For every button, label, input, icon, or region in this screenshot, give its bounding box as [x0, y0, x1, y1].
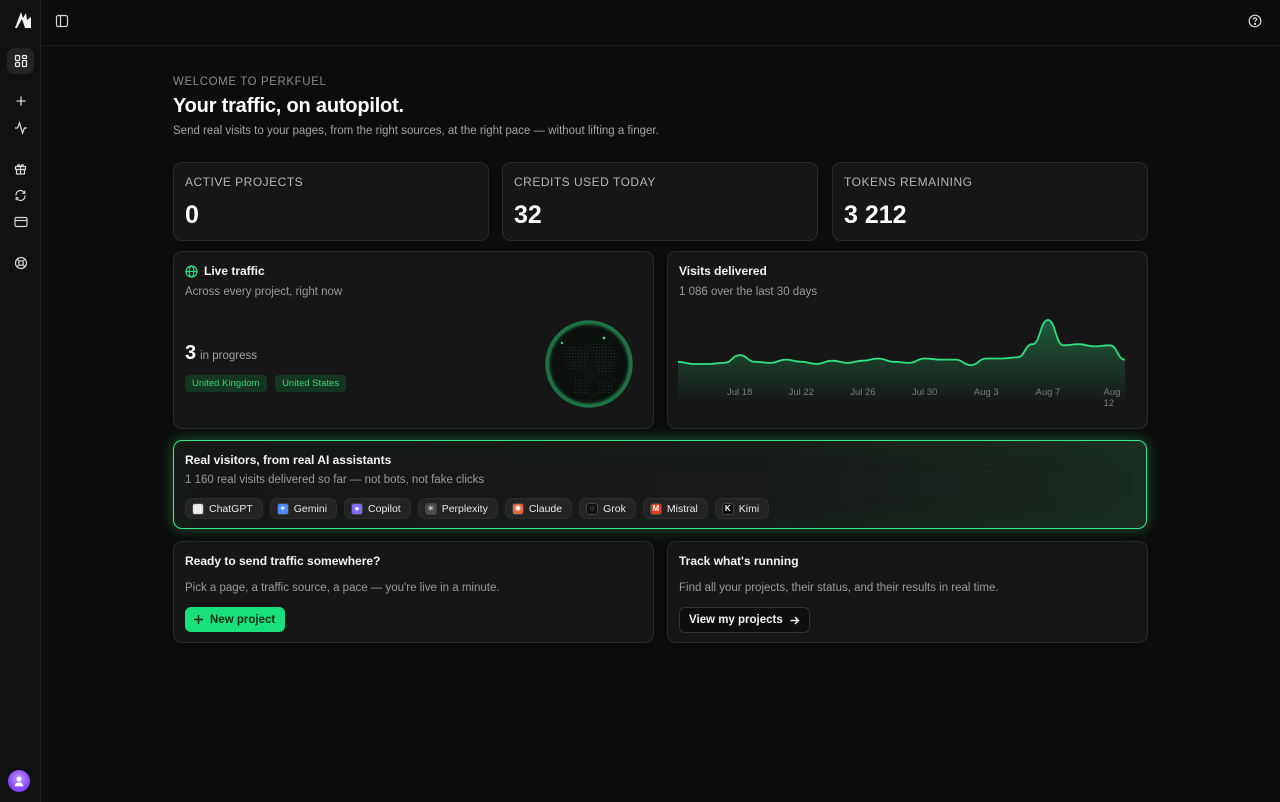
plus-icon	[194, 615, 203, 624]
user-icon	[14, 776, 24, 787]
live-traffic-subtitle: Across every project, right now	[185, 286, 343, 298]
grok-icon: ◌	[586, 502, 599, 515]
avatar[interactable]	[8, 770, 30, 792]
credit-card-icon	[13, 216, 28, 228]
gift-icon	[14, 163, 27, 175]
main-content: WELCOME TO PERKFUEL Your traffic, on aut…	[173, 74, 1148, 140]
gemini-icon: ✦	[276, 502, 289, 515]
kimi-icon: K	[721, 502, 734, 515]
ai-assistants-card: Real visitors, from real AI assistants 1…	[173, 440, 1147, 529]
stat-value: 32	[514, 201, 542, 229]
assistant-name: Kimi	[738, 502, 760, 515]
country-tags: United Kingdom United States	[185, 373, 350, 392]
globe-icon	[185, 264, 198, 278]
visits-tick-label: Jul 26	[850, 387, 876, 398]
arrow-right-icon	[790, 616, 800, 624]
assistant-chip-claude: ✺ Claude	[504, 498, 573, 519]
globe-visual	[544, 319, 634, 409]
in-progress-count: 3 in progress	[185, 342, 257, 365]
stat-label: ACTIVE PROJECTS	[185, 175, 304, 189]
support-icon	[14, 256, 27, 270]
sidebar	[0, 0, 41, 802]
assistant-chips: ◎ ChatGPT ✦ Gemini ● Copilot ✳ Perplexity ✺ Claud…	[185, 498, 770, 519]
dashboard-icon	[14, 54, 27, 68]
page-subtitle: Send real visits to your pages, from the…	[173, 125, 659, 137]
visits-title: Visits delivered	[679, 264, 767, 278]
stat-label: TOKENS REMAINING	[844, 175, 973, 189]
assistant-name: Perplexity	[441, 502, 488, 515]
stat-card-active-projects: ACTIVE PROJECTS 0	[173, 162, 489, 241]
view-projects-label: View my projects	[689, 614, 783, 626]
visits-axis: Jul 18 Jul 22 Jul 26 Jul 30 Aug 3 Aug 7 Aug 12	[678, 387, 1138, 409]
view-projects-subtitle: Find all your projects, their status, an…	[679, 582, 999, 594]
page-title: Your traffic, on autopilot.	[173, 95, 404, 117]
sidebar-support-button[interactable]	[7, 250, 34, 276]
assistants-title: Real visitors, from real AI assistants	[185, 453, 392, 467]
view-projects-card: Track what's running Find all your proje…	[667, 541, 1148, 643]
welcome-eyebrow: WELCOME TO PERKFUEL	[173, 76, 327, 88]
visits-subtitle: 1 086 over the last 30 days	[679, 286, 818, 298]
perkfuel-logo-icon[interactable]	[12, 9, 34, 31]
view-projects-button[interactable]: View my projects	[679, 607, 810, 633]
live-traffic-title: Live traffic	[185, 264, 265, 278]
assistant-name: Claude	[528, 502, 563, 515]
new-project-button[interactable]: New project	[185, 607, 286, 632]
assistant-name: Gemini	[293, 502, 328, 515]
sidebar-toggle-icon	[55, 14, 69, 28]
stat-card-credits-used: CREDITS USED TODAY 32	[502, 162, 818, 241]
country-tag: United Kingdom	[185, 375, 267, 392]
visits-tick-label: Aug 12	[1103, 387, 1121, 409]
new-project-card: Ready to send traffic somewhere? Pick a …	[173, 541, 654, 643]
live-traffic-title-text: Live traffic	[204, 264, 265, 278]
view-projects-title: Track what's running	[679, 554, 799, 568]
sidebar-dashboard-button[interactable]	[7, 48, 34, 74]
assistant-chip-gemini: ✦ Gemini	[269, 498, 338, 519]
stat-value: 3 212	[844, 201, 907, 229]
visits-tick-label: Jul 30	[911, 387, 938, 398]
assistant-name: ChatGPT	[209, 502, 253, 515]
new-project-subtitle: Pick a page, a traffic source, a pace — …	[185, 582, 500, 594]
assistant-name: Grok	[603, 502, 626, 515]
sidebar-rewards-button[interactable]	[7, 155, 34, 181]
new-project-label: New project	[210, 613, 276, 626]
help-icon	[1248, 14, 1262, 28]
stat-card-tokens-remaining: TOKENS REMAINING 3 212	[832, 162, 1148, 241]
visits-tick-label: Jul 22	[788, 387, 814, 398]
assistant-name: Mistral	[666, 502, 698, 515]
plus-icon	[16, 96, 25, 106]
chatgpt-icon: ◎	[192, 502, 204, 515]
stat-value: 0	[185, 201, 199, 229]
sidebar-activity-button[interactable]	[7, 115, 34, 141]
sidebar-billing-button[interactable]	[7, 209, 34, 235]
refresh-icon	[15, 189, 26, 201]
live-traffic-card: Live traffic Across every project, right…	[173, 251, 654, 429]
sidebar-new-button[interactable]	[7, 88, 34, 114]
visits-tick-label: Aug 7	[1035, 387, 1061, 398]
stat-label: CREDITS USED TODAY	[514, 175, 656, 189]
visits-tick-label: Jul 18	[726, 387, 753, 398]
assistant-chip-copilot: ● Copilot	[344, 498, 411, 519]
assistant-name: Copilot	[368, 502, 401, 515]
in-progress-value: 3	[185, 342, 197, 364]
sidebar-refresh-button[interactable]	[7, 182, 34, 208]
activity-icon	[14, 121, 27, 135]
assistant-chip-kimi: K Kimi	[714, 498, 770, 519]
visits-tick-label: Aug 3	[973, 387, 999, 398]
visits-delivered-card: Visits delivered 1 086 over the last 30 …	[667, 251, 1148, 429]
assistant-chip-grok: ◌ Grok	[579, 498, 636, 519]
in-progress-label: in progress	[200, 350, 258, 362]
assistant-chip-chatgpt: ◎ ChatGPT	[185, 498, 263, 519]
assistant-chip-mistral: M Mistral	[642, 498, 708, 519]
perplexity-icon: ✳	[424, 502, 437, 515]
toggle-sidebar-button[interactable]	[55, 14, 69, 33]
new-project-title: Ready to send traffic somewhere?	[185, 554, 381, 568]
copilot-icon: ●	[351, 502, 364, 515]
help-button[interactable]	[1248, 14, 1262, 33]
mistral-icon: M	[649, 502, 662, 515]
country-tag: United States	[275, 375, 347, 392]
assistant-chip-perplexity: ✳ Perplexity	[417, 498, 498, 519]
claude-icon: ✺	[511, 502, 524, 515]
assistants-subtitle: 1 160 real visits delivered so far — not…	[185, 474, 485, 486]
topbar	[41, 0, 1280, 46]
